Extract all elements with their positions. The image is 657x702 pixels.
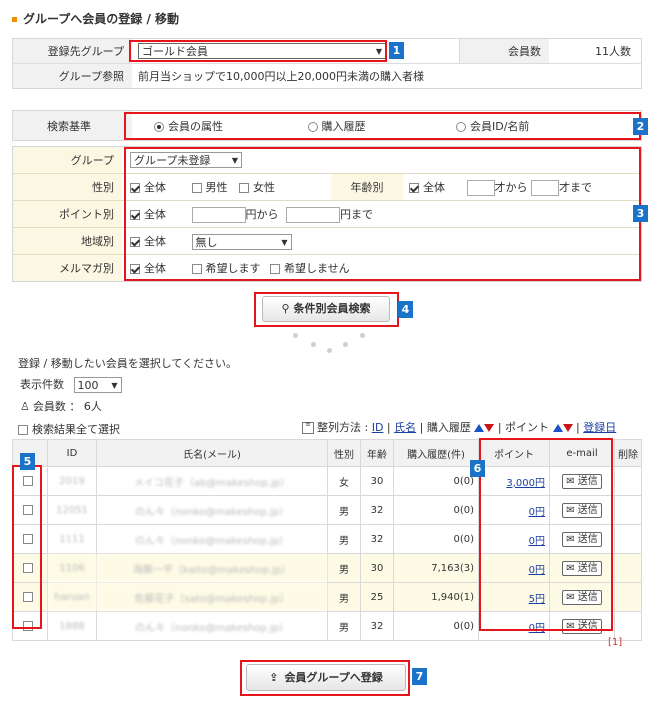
- filter-point-label: ポイント別: [12, 200, 122, 228]
- group-ref-value: 前月当ショップで10,000円以上20,000円未満の購入者様: [138, 70, 424, 83]
- row-id: 12051: [47, 495, 97, 525]
- row-name: メイコ花子（ab@makeshop.jp）: [96, 466, 328, 496]
- chevron-down-icon: ▼: [111, 381, 118, 390]
- pager[interactable]: [1]: [608, 637, 622, 648]
- dot: [343, 342, 348, 347]
- row-delete: [614, 524, 642, 554]
- row-gender: 男: [327, 582, 361, 612]
- row-name: 海藤一平（kaito@makeshop.jp）: [96, 553, 328, 583]
- sort-bar: ≡ 整列方法 : ID | 氏名 | 購入履歴 | ポイント | 登録日: [302, 419, 616, 435]
- dot: [327, 348, 332, 353]
- row-age: 32: [360, 495, 394, 525]
- row-purchase: 7,163(3): [393, 553, 479, 583]
- per-page: 表示件数 100 ▼: [20, 376, 122, 393]
- dot: [311, 342, 316, 347]
- row-id: 1111: [47, 524, 97, 554]
- row-purchase: 0(0): [393, 524, 479, 554]
- select-all-checkbox[interactable]: [18, 425, 28, 435]
- row-id: 1888: [47, 611, 97, 641]
- row-age: 32: [360, 524, 394, 554]
- header-gender: 性別: [327, 439, 361, 467]
- row-id: 1106: [47, 553, 97, 583]
- sort-asc-icon[interactable]: [474, 424, 485, 432]
- instruction-text: 登録 / 移動したい会員を選択してください。: [18, 357, 238, 370]
- marker-6: 6: [470, 460, 485, 477]
- per-page-select[interactable]: 100 ▼: [73, 377, 122, 393]
- row-age: 32: [360, 611, 394, 641]
- sort-id-link[interactable]: ID: [372, 421, 384, 434]
- row-age: 25: [360, 582, 394, 612]
- row-delete: [614, 553, 642, 583]
- dot: [293, 333, 298, 338]
- marker-1: 1: [389, 42, 404, 59]
- row-name: 佐藤花子（sato@makeshop.jp）: [96, 582, 328, 612]
- marker-7: 7: [412, 668, 427, 685]
- filter-gender-label: 性別: [12, 173, 122, 201]
- highlight-box-4: [254, 292, 399, 327]
- row-name: のん々（nonko@makeshop.jp）: [96, 495, 328, 525]
- row-name: のん々（nonko@makeshop.jp）: [96, 611, 328, 641]
- row-purchase: 0(0): [393, 466, 479, 496]
- sort-date-link[interactable]: 登録日: [583, 421, 616, 434]
- member-count: ♙ 会員数 ： 6人: [20, 400, 102, 413]
- count-label: 会員数: [459, 38, 549, 64]
- highlight-box-1: [129, 40, 387, 62]
- row-name: のん々（nonko@makeshop.jp）: [96, 524, 328, 554]
- sort-name-link[interactable]: 氏名: [394, 421, 416, 434]
- row-age: 30: [360, 466, 394, 496]
- group-label: 登録先グループ: [12, 38, 132, 64]
- row-purchase: 0(0): [393, 495, 479, 525]
- list-icon: ≡: [302, 421, 314, 434]
- criteria-label: 検索基準: [12, 110, 132, 141]
- select-all[interactable]: 検索結果全て選択: [18, 421, 120, 437]
- marker-3: 3: [633, 205, 648, 222]
- header-delete: 削除: [614, 439, 642, 467]
- row-purchase: 0(0): [393, 611, 479, 641]
- marker-2: 2: [633, 118, 648, 135]
- row-id: haruan: [47, 582, 97, 612]
- bullet-icon: [12, 17, 17, 22]
- row-delete: [614, 582, 642, 612]
- filter-region-label: 地域別: [12, 227, 122, 255]
- marker-5: 5: [20, 453, 35, 470]
- row-id: 2019: [47, 466, 97, 496]
- group-ref-label: グループ参照: [12, 63, 132, 89]
- highlight-box-6: [479, 438, 613, 631]
- row-gender: 男: [327, 524, 361, 554]
- sort-desc-icon[interactable]: [562, 424, 573, 432]
- filter-mail-label: メルマガ別: [12, 254, 122, 282]
- row-gender: 男: [327, 553, 361, 583]
- filter-group-label: グループ: [12, 146, 122, 174]
- row-gender: 男: [327, 611, 361, 641]
- header-name: 氏名(メール): [96, 439, 328, 467]
- marker-4: 4: [398, 301, 413, 318]
- dot: [360, 333, 365, 338]
- header-age: 年齢: [360, 439, 394, 467]
- row-age: 30: [360, 553, 394, 583]
- row-delete: [614, 466, 642, 496]
- highlight-box-7: [240, 660, 410, 696]
- row-gender: 男: [327, 495, 361, 525]
- count-value: 11人数: [595, 45, 631, 58]
- highlight-box-2: [124, 112, 641, 140]
- sort-asc-icon[interactable]: [552, 424, 563, 432]
- page-title: グループへ会員の登録 / 移動: [12, 10, 179, 27]
- highlight-box-5: [12, 465, 42, 629]
- row-delete: [614, 495, 642, 525]
- row-purchase: 1,940(1): [393, 582, 479, 612]
- sort-desc-icon[interactable]: [484, 424, 495, 432]
- person-icon: ♙: [20, 400, 30, 413]
- row-gender: 女: [327, 466, 361, 496]
- highlight-box-3: [124, 147, 641, 281]
- header-purchase: 購入履歴(件): [393, 439, 479, 467]
- header-id: ID: [47, 439, 97, 467]
